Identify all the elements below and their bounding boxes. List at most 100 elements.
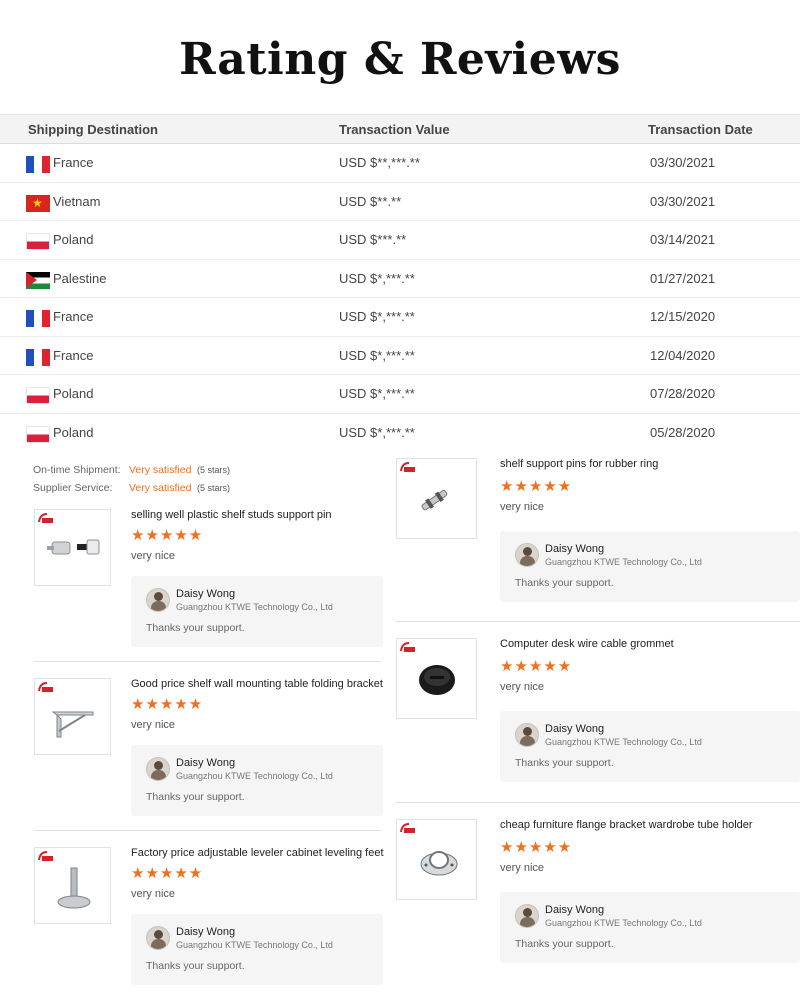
brand-logo-icon [400,823,415,833]
supplier-reply: Daisy Wong Guangzhou KTWE Technology Co.… [500,892,800,963]
transaction-date: 01/27/2021 [650,270,716,286]
review-comment: very nice [500,681,545,693]
rating-stars: ★★★★★ [500,477,573,495]
transaction-value: USD $*,***.** [339,386,415,401]
rating-value: Very satisfied [129,482,192,494]
avatar [515,723,539,747]
page-title: Rating & Reviews [179,34,621,85]
product-title[interactable]: selling well plastic shelf studs support… [131,509,332,521]
supplier-reply: Daisy Wong Guangzhou KTWE Technology Co.… [131,914,383,985]
avatar [515,904,539,928]
transaction-value: USD $*,***.** [339,270,415,286]
transaction-value: USD $**.** [339,193,402,209]
reply-text: Thanks your support. [146,960,245,972]
rating-stars: ★★★★★ [500,657,573,675]
transaction-date: 05/28/2020 [650,424,716,440]
reply-company: Guangzhou KTWE Technology Co., Ltd [176,771,333,781]
product-title[interactable]: Computer desk wire cable grommet [500,638,674,650]
header-shipping-destination: Shipping Destination [28,122,158,137]
product-title[interactable]: Good price shelf wall mounting table fol… [131,678,383,690]
rating-on-time-shipment: On-time Shipment: Very satisfied (5 star… [33,464,333,478]
table-row: Palestine USD $*,***.** 01/27/2021 [0,260,800,298]
transaction-value: USD $***.** [339,232,407,247]
flag-poland-icon [26,425,50,443]
rating-label: On-time Shipment: [33,464,121,476]
table-row: France USD $*,***.** 12/04/2020 [0,337,800,375]
transaction-value: USD $*,***.** [339,347,415,363]
transaction-value: USD $**,***.** [339,155,420,170]
destination-country: Poland [53,232,94,247]
destination-country: Vietnam [53,193,101,209]
transaction-date: 03/14/2021 [650,232,716,247]
reply-author-name: Daisy Wong [545,904,605,916]
review-comment: very nice [500,862,545,874]
brand-logo-icon [400,462,415,472]
reply-company: Guangzhou KTWE Technology Co., Ltd [545,737,702,747]
destination-country: Palestine [53,270,107,286]
rating-stars-note: (5 stars) [197,465,231,475]
transaction-date: 03/30/2021 [650,155,716,170]
transaction-date: 03/30/2021 [650,193,716,209]
transaction-date: 12/04/2020 [650,347,716,363]
flag-vietnam-icon: ★ [26,194,50,212]
product-title[interactable]: cheap furniture flange bracket wardrobe … [500,819,753,831]
table-row: France USD $*,***.** 12/15/2020 [0,298,800,337]
reply-author-name: Daisy Wong [176,757,236,769]
avatar [146,757,170,781]
product-thumbnail[interactable] [34,509,111,586]
header-transaction-value: Transaction Value [339,122,450,137]
product-title[interactable]: shelf support pins for rubber ring [500,458,658,470]
flag-poland-icon [26,387,50,404]
destination-country: Poland [53,424,94,440]
avatar [146,588,170,612]
product-thumbnail[interactable] [396,638,477,719]
product-thumbnail[interactable] [396,458,477,539]
flag-palestine-icon [26,271,50,289]
reply-author-name: Daisy Wong [545,543,605,555]
review-comment: very nice [131,888,176,900]
destination-country: France [53,347,94,363]
rating-stars: ★★★★★ [500,838,573,856]
flag-france-icon [26,348,50,366]
divider [396,621,800,622]
reply-company: Guangzhou KTWE Technology Co., Ltd [545,557,702,567]
reply-company: Guangzhou KTWE Technology Co., Ltd [545,918,702,928]
table-row: Poland USD $*,***.** 05/28/2020 [0,414,800,453]
rating-stars: ★★★★★ [131,695,204,713]
supplier-reply: Daisy Wong Guangzhou KTWE Technology Co.… [500,531,800,602]
product-title[interactable]: Factory price adjustable leveler cabinet… [131,847,384,859]
reply-company: Guangzhou KTWE Technology Co., Ltd [176,602,333,612]
rating-supplier-service: Supplier Service: Very satisfied (5 star… [33,482,333,496]
brand-logo-icon [400,642,415,652]
transaction-value: USD $*,***.** [339,309,415,324]
divider [34,661,381,662]
reply-author-name: Daisy Wong [545,723,605,735]
transaction-table: Shipping Destination Transaction Value T… [0,114,800,452]
avatar [515,543,539,567]
product-thumbnail[interactable] [34,678,111,755]
rating-stars: ★★★★★ [131,864,204,882]
reply-author-name: Daisy Wong [176,588,236,600]
reply-company: Guangzhou KTWE Technology Co., Ltd [176,940,333,950]
table-row: France USD $**,***.** 03/30/2021 [0,144,800,183]
divider [396,802,800,803]
table-row: Poland USD $*,***.** 07/28/2020 [0,375,800,414]
reply-text: Thanks your support. [515,577,614,589]
supplier-reply: Daisy Wong Guangzhou KTWE Technology Co.… [131,745,383,816]
supplier-reply: Daisy Wong Guangzhou KTWE Technology Co.… [131,576,383,647]
reply-text: Thanks your support. [515,757,614,769]
review-comment: very nice [131,719,176,731]
transaction-value: USD $*,***.** [339,424,415,440]
reply-text: Thanks your support. [515,938,614,950]
supplier-reply: Daisy Wong Guangzhou KTWE Technology Co.… [500,711,800,782]
flag-poland-icon [26,233,50,250]
reply-text: Thanks your support. [146,791,245,803]
rating-stars: ★★★★★ [131,526,204,544]
review-comment: very nice [131,550,176,562]
rating-label: Supplier Service: [33,482,113,494]
flag-france-icon [26,156,50,173]
brand-logo-icon [38,513,53,523]
product-thumbnail[interactable] [396,819,477,900]
brand-logo-icon [38,851,53,861]
product-thumbnail[interactable] [34,847,111,924]
